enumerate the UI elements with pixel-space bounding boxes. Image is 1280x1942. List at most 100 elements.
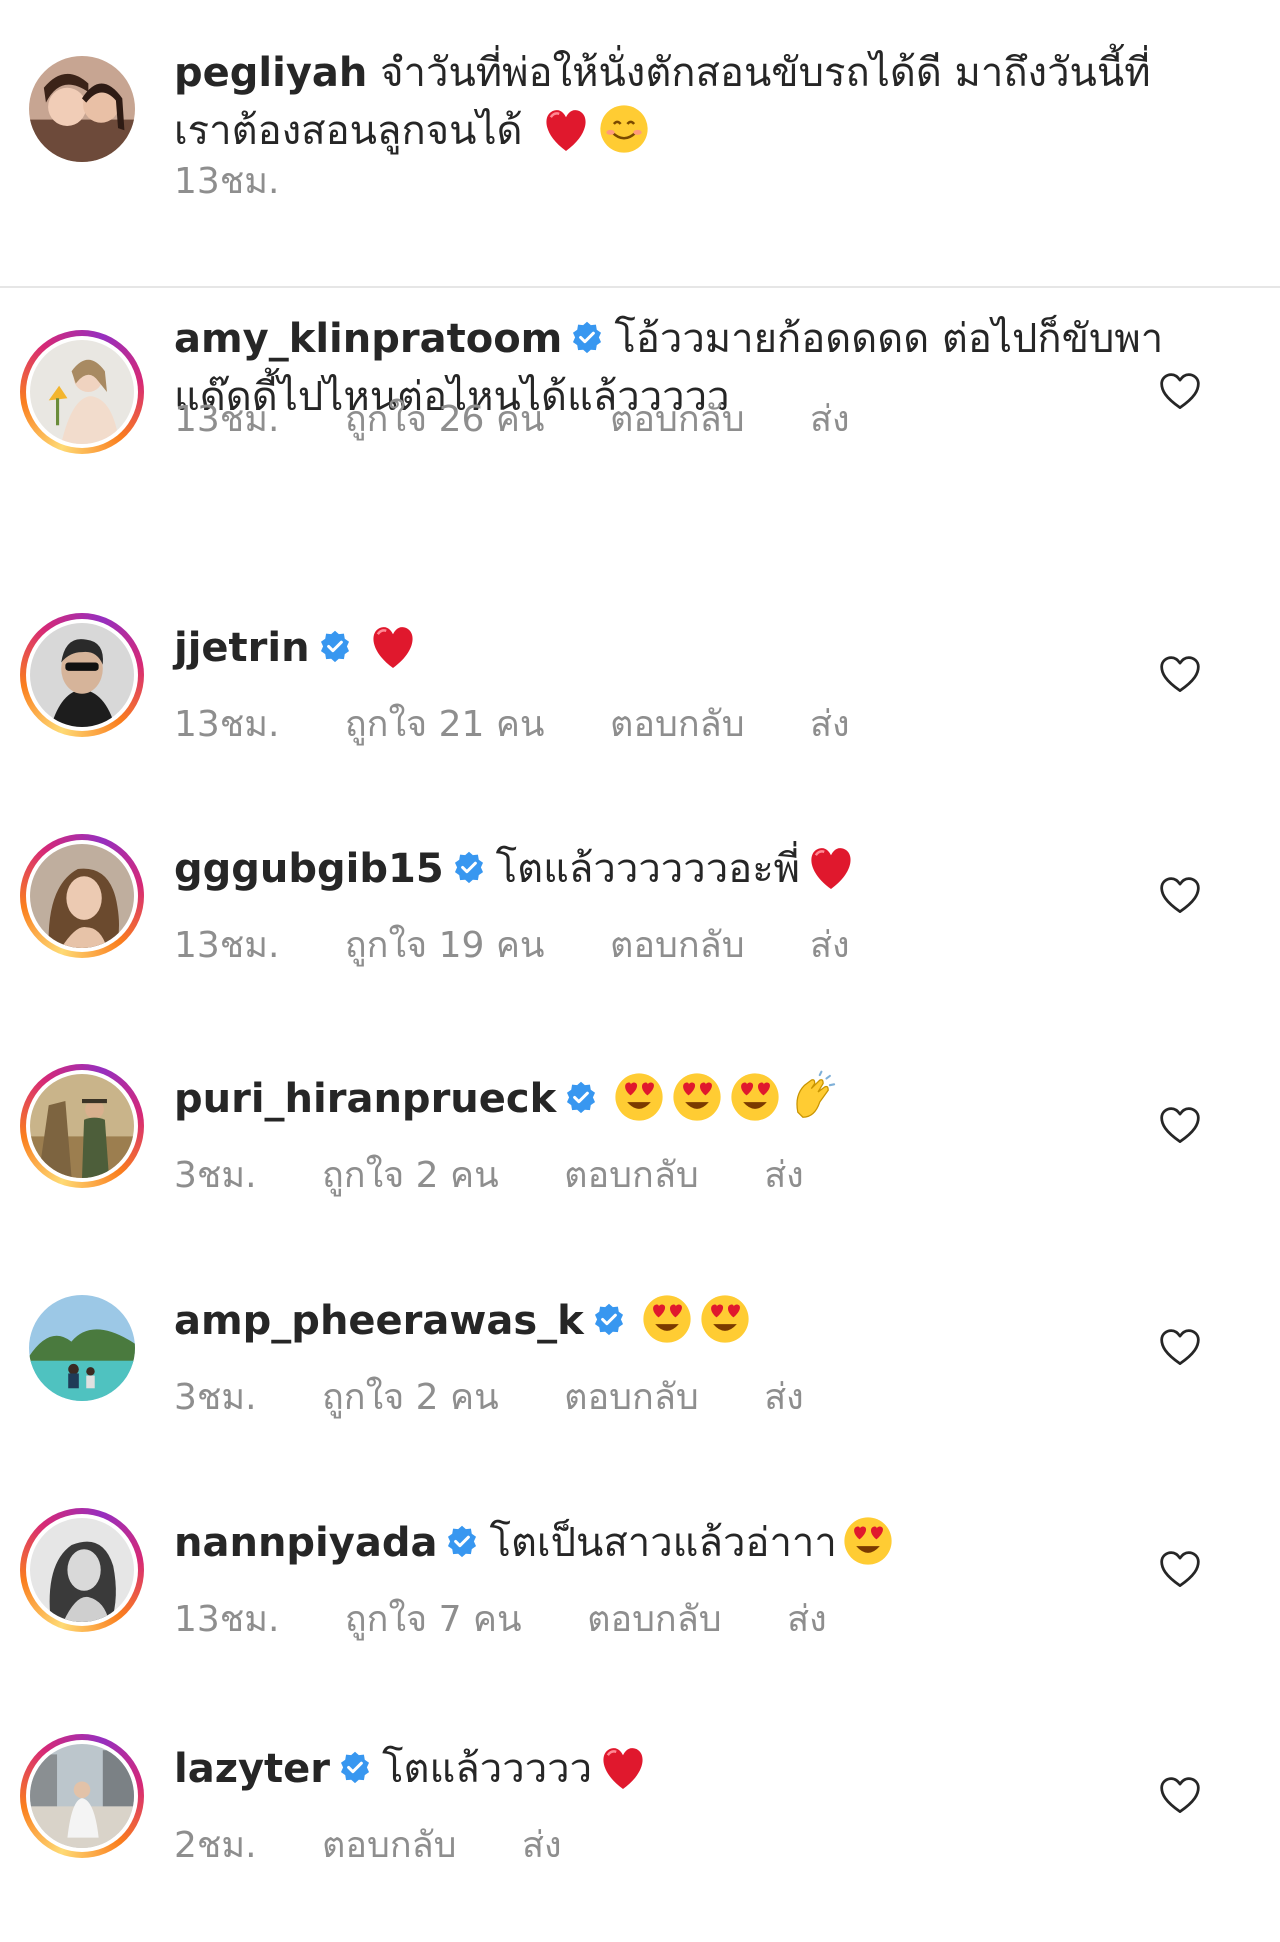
heart-eyes-icon [643,1295,691,1343]
send-button[interactable]: ส่ง [810,704,850,745]
avatar-photo [30,1074,134,1178]
avatar-photo [29,56,135,162]
send-button[interactable]: ส่ง [764,1155,804,1196]
comment-row: gggubgib15 โตแล้ววววววอะพี่ 13ชม. ถูกใจ 1… [0,834,1280,994]
commenter-avatar[interactable] [20,330,144,454]
like-count-link[interactable]: ถูกใจ 21 คน [345,704,545,745]
heart-outline-icon[interactable] [1158,370,1202,414]
send-button[interactable]: ส่ง [810,925,850,966]
caption-time: 13ชม. [174,161,280,202]
comment-username[interactable]: gggubgib15 [174,846,444,892]
comment-text: nannpiyada โตเป็นสาวแล้วอ่าาา [174,1514,1174,1572]
comment-time: 13ชม. [174,399,280,440]
commenter-avatar[interactable] [20,1508,144,1632]
red-heart-icon [373,627,413,668]
comment-username[interactable]: jjetrin [174,625,310,671]
send-button[interactable]: ส่ง [764,1377,804,1418]
divider [0,286,1280,288]
comment-row: nannpiyada โตเป็นสาวแล้วอ่าาา 13ชม. ถูกใจ… [0,1508,1280,1668]
comment-row: amp_pheerawas_k 3ชม. ถูกใจ 2 คน ตอบกลับ … [0,1286,1280,1446]
reply-button[interactable]: ตอบกลับ [564,1377,699,1418]
verified-badge-icon [454,851,483,884]
like-count-link[interactable]: ถูกใจ 2 คน [322,1155,499,1196]
heart-outline-icon[interactable] [1158,1326,1202,1370]
comment-username[interactable]: nannpiyada [174,1520,437,1566]
comment-username[interactable]: lazyter [174,1746,330,1792]
commenter-avatar[interactable] [20,1064,144,1188]
comment-body: โตแล้ววววววอะพี่ [495,846,801,892]
post-caption: pegliyah จำวันที่พ่อให้นั่งตักสอนขับรถได… [0,0,1280,285]
reply-button[interactable]: ตอบกลับ [610,399,745,440]
commenter-avatar[interactable] [20,1734,144,1858]
heart-eyes-icon [673,1073,721,1121]
heart-eyes-icon [701,1295,749,1343]
send-button[interactable]: ส่ง [787,1599,827,1640]
commenter-avatar[interactable] [20,834,144,958]
like-count-link[interactable]: ถูกใจ 7 คน [345,1599,522,1640]
verified-badge-icon [573,321,602,354]
heart-eyes-icon [844,1517,892,1565]
comment-meta: 13ชม. ถูกใจ 19 คน ตอบกลับ ส่ง [174,916,904,973]
comment-meta: 2ชม. ตอบกลับ ส่ง [174,1816,616,1873]
comment-body: โตเป็นสาวแล้วอ่าาา [489,1520,837,1566]
heart-outline-icon[interactable] [1158,1104,1202,1148]
caption-text: pegliyah จำวันที่พ่อให้นั่งตักสอนขับรถได… [174,44,1174,160]
clapping-hands-icon [796,1070,836,1118]
verified-badge-icon [594,1303,623,1336]
red-heart-icon [546,110,586,151]
comment-time: 2ชม. [174,1825,257,1866]
comment-meta: 3ชม. ถูกใจ 2 คน ตอบกลับ ส่ง [174,1368,858,1425]
comment-username[interactable]: amy_klinpratoom [174,316,562,362]
avatar-photo [29,1295,135,1401]
heart-eyes-icon [615,1073,663,1121]
comment-meta: 13ชม. ถูกใจ 21 คน ตอบกลับ ส่ง [174,695,904,752]
comment-text: jjetrin [174,619,1174,677]
reply-button[interactable]: ตอบกลับ [564,1155,699,1196]
comment-meta: 3ชม. ถูกใจ 2 คน ตอบกลับ ส่ง [174,1146,858,1203]
comment-username[interactable]: amp_pheerawas_k [174,1298,584,1344]
comment-text: puri_hiranprueck [174,1070,1174,1128]
reply-button[interactable]: ตอบกลับ [322,1825,457,1866]
caption-avatar[interactable] [20,47,144,171]
reply-button[interactable]: ตอบกลับ [587,1599,722,1640]
comment-time: 3ชม. [174,1155,257,1196]
smiling-face-icon [600,105,648,153]
caption-username[interactable]: pegliyah [174,50,367,96]
like-count-link[interactable]: ถูกใจ 2 คน [322,1377,499,1418]
avatar-photo [30,340,134,444]
commenter-avatar[interactable] [20,613,144,737]
reply-button[interactable]: ตอบกลับ [610,704,745,745]
like-count-link[interactable]: ถูกใจ 19 คน [345,925,545,966]
avatar-photo [30,844,134,948]
comments-page: pegliyah จำวันที่พ่อให้นั่งตักสอนขับรถได… [0,0,1280,1942]
comment-username[interactable]: puri_hiranprueck [174,1076,556,1122]
avatar-photo [30,1518,134,1622]
heart-outline-icon[interactable] [1158,1548,1202,1592]
comment-meta: 13ชม. ถูกใจ 7 คน ตอบกลับ ส่ง [174,1590,881,1647]
verified-badge-icon [320,630,349,663]
comment-text: amp_pheerawas_k [174,1292,1174,1350]
heart-outline-icon[interactable] [1158,874,1202,918]
send-button[interactable]: ส่ง [522,1825,562,1866]
caption-meta: 13ชม. [174,152,333,209]
send-button[interactable]: ส่ง [810,399,850,440]
comment-row: puri_hiranprueck 3ชม. ถูกใจ 2 คน ตอบกลับ… [0,1064,1280,1224]
red-heart-icon [811,848,851,889]
like-count-link[interactable]: ถูกใจ 26 คน [345,399,545,440]
comment-time: 13ชม. [174,704,280,745]
comment-time: 3ชม. [174,1377,257,1418]
comment-body: โตแล้ววววว [382,1746,593,1792]
comment-time: 13ชม. [174,1599,280,1640]
avatar-photo [30,623,134,727]
verified-badge-icon [341,1751,370,1784]
reply-button[interactable]: ตอบกลับ [610,925,745,966]
heart-eyes-icon [731,1073,779,1121]
verified-badge-icon [567,1081,596,1114]
heart-outline-icon[interactable] [1158,653,1202,697]
comment-row: lazyter โตแล้ววววว 2ชม. ตอบกลับ ส่ง [0,1734,1280,1894]
verified-badge-icon [448,1525,477,1558]
commenter-avatar[interactable] [20,1286,144,1410]
comment-row: jjetrin 13ชม. ถูกใจ 21 คน ตอบกลับ ส่ง [0,613,1280,773]
heart-outline-icon[interactable] [1158,1774,1202,1818]
comment-meta: 13ชม. ถูกใจ 26 คน ตอบกลับ ส่ง [174,390,904,447]
